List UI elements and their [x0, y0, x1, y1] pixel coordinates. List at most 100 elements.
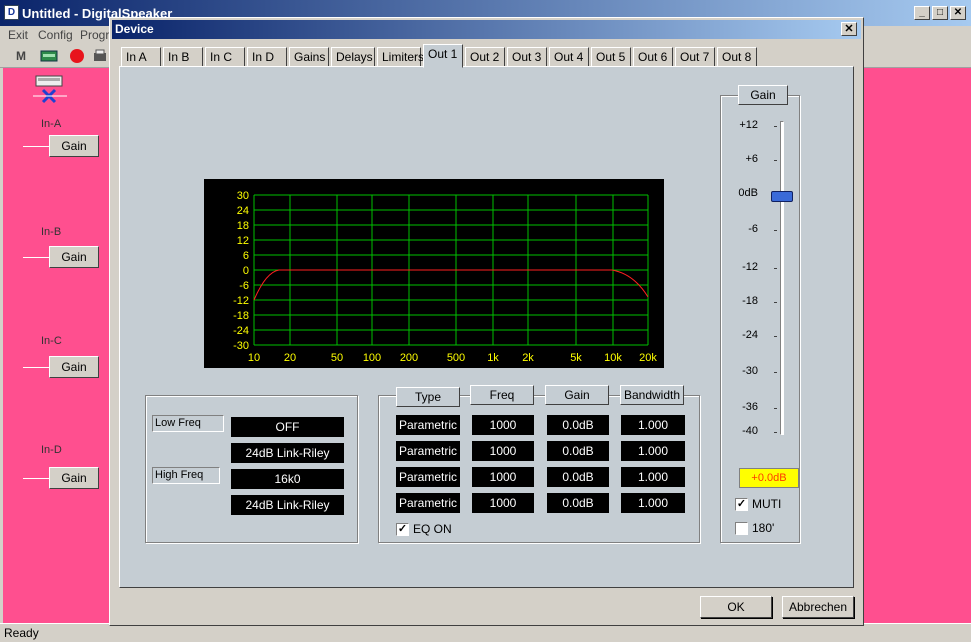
eq-gain-value[interactable]: 0.0dB — [547, 441, 609, 461]
app-icon: D — [4, 5, 19, 20]
input-a-label: In-A — [41, 118, 62, 130]
muti-label: MUTI — [752, 497, 782, 511]
toolbar-record-button[interactable] — [66, 46, 88, 66]
low-freq-label: Low Freq — [152, 415, 224, 432]
eq-bandwidth-header: Bandwidth — [620, 385, 684, 405]
gain-scale-label: -24 — [742, 329, 758, 341]
device-dialog: Device ✕ In A In B In C In D Gains Delays Limi… — [109, 17, 864, 626]
eq-type-value[interactable]: Parametric — [396, 415, 460, 435]
graph-x-label: 200 — [400, 352, 418, 364]
graph-x-label: 100 — [363, 352, 381, 364]
graph-y-label: -18 — [233, 310, 249, 322]
minimize-button[interactable]: _ — [914, 6, 930, 20]
gain-scale-label: -12 — [742, 261, 758, 273]
input-b-gain-block[interactable]: Gain — [49, 246, 99, 268]
gain-scale-label: -6 — [748, 223, 758, 235]
graph-y-label: 0 — [243, 265, 249, 277]
menu-exit[interactable]: Exit — [8, 28, 28, 42]
input-c-gain-block[interactable]: Gain — [49, 356, 99, 378]
eq-freq-header: Freq — [470, 385, 534, 405]
toolbar-print-button[interactable] — [92, 46, 108, 66]
input-d-label: In-D — [41, 444, 62, 456]
dialog-title: Device — [115, 22, 154, 36]
gain-scale-label: -30 — [742, 365, 758, 377]
eq-on-checkbox[interactable]: ✓ — [396, 523, 409, 536]
graph-x-label: 2k — [522, 352, 534, 364]
tab-limiters[interactable]: Limiters — [377, 47, 424, 67]
toolbar-device-button[interactable] — [38, 46, 60, 66]
main-close-button[interactable]: ✕ — [950, 6, 966, 20]
gain-slider-thumb[interactable] — [771, 190, 793, 202]
gain-scale-tick — [774, 230, 777, 231]
menu-config[interactable]: Config — [38, 28, 73, 42]
eq-type-value[interactable]: Parametric — [396, 467, 460, 487]
graph-x-label: 500 — [447, 352, 465, 364]
gain-slider-track[interactable] — [780, 121, 784, 435]
graph-y-label: 18 — [237, 220, 249, 232]
record-icon — [70, 49, 84, 63]
eq-freq-value[interactable]: 1000 — [472, 441, 534, 461]
tab-out-3[interactable]: Out 3 — [507, 47, 547, 67]
input-c-label: In-C — [41, 335, 62, 347]
eq-freq-value[interactable]: 1000 — [472, 467, 534, 487]
eq-bandwidth-value[interactable]: 1.000 — [621, 493, 685, 513]
tab-out-4[interactable]: Out 4 — [549, 47, 589, 67]
eq-bandwidth-value[interactable]: 1.000 — [621, 467, 685, 487]
tab-in-c[interactable]: In C — [205, 47, 245, 67]
eq-type-value[interactable]: Parametric — [396, 493, 460, 513]
frequency-response-graph: 30 24 18 12 6 0 -6 -12 -18 -24 -3010 20 50 100 200 500 1… — [204, 179, 664, 368]
dialog-close-button[interactable]: ✕ — [841, 22, 857, 36]
eq-type-header: Type — [396, 387, 460, 407]
low-freq-value[interactable]: OFF — [231, 417, 344, 437]
menu-program[interactable]: Progr — [80, 28, 109, 42]
tab-in-a[interactable]: In A — [121, 47, 161, 67]
tab-out-2[interactable]: Out 2 — [465, 47, 505, 67]
tab-delays[interactable]: Delays — [331, 47, 375, 67]
eq-gain-value[interactable]: 0.0dB — [547, 415, 609, 435]
cancel-button[interactable]: Abbrechen — [782, 596, 854, 618]
eq-gain-value[interactable]: 0.0dB — [547, 493, 609, 513]
out1-panel: 30 24 18 12 6 0 -6 -12 -18 -24 -30 10 20 50 100 200 500 1… — [119, 66, 854, 588]
speaker-device-icon — [33, 75, 67, 104]
gain-scale-tick — [774, 408, 777, 409]
tab-out-1[interactable]: Out 1 — [423, 44, 463, 68]
eq-freq-value[interactable]: 1000 — [472, 415, 534, 435]
input-a-gain-block[interactable]: Gain — [49, 135, 99, 157]
tab-out-7[interactable]: Out 7 — [675, 47, 715, 67]
phase-180-checkbox[interactable] — [735, 522, 748, 535]
status-text: Ready — [4, 626, 39, 640]
tab-gains[interactable]: Gains — [289, 47, 329, 67]
graph-y-label: 6 — [243, 250, 249, 262]
device-icon — [40, 50, 58, 62]
maximize-button[interactable]: □ — [932, 6, 948, 20]
eq-bandwidth-value[interactable]: 1.000 — [621, 441, 685, 461]
toolbar-m-button[interactable]: M — [10, 46, 32, 66]
gain-scale-label: -18 — [742, 295, 758, 307]
graph-x-label: 5k — [570, 352, 582, 364]
muti-checkbox[interactable]: ✓ — [735, 498, 748, 511]
gain-readout[interactable]: +0.0dB — [739, 468, 799, 488]
eq-freq-value[interactable]: 1000 — [472, 493, 534, 513]
ok-button[interactable]: OK — [700, 596, 772, 618]
phase-180-label: 180' — [752, 521, 775, 535]
tab-in-d[interactable]: In D — [247, 47, 287, 67]
tab-out-8[interactable]: Out 8 — [717, 47, 757, 67]
input-b-label: In-B — [41, 226, 62, 238]
eq-bandwidth-value[interactable]: 1.000 — [621, 415, 685, 435]
graph-x-label: 1k — [487, 352, 499, 364]
eq-gain-value[interactable]: 0.0dB — [547, 467, 609, 487]
tab-in-b[interactable]: In B — [163, 47, 203, 67]
dialog-titlebar: Device ✕ — [112, 20, 861, 39]
high-filter-type[interactable]: 24dB Link-Riley — [231, 495, 344, 515]
high-freq-value[interactable]: 16k0 — [231, 469, 344, 489]
graph-y-label: 24 — [237, 205, 249, 217]
graph-x-label: 20 — [284, 352, 296, 364]
input-d-gain-block[interactable]: Gain — [49, 467, 99, 489]
gain-scale-tick — [774, 302, 777, 303]
tab-out-5[interactable]: Out 5 — [591, 47, 631, 67]
low-filter-type[interactable]: 24dB Link-Riley — [231, 443, 344, 463]
eq-type-value[interactable]: Parametric — [396, 441, 460, 461]
gain-scale-label: +6 — [745, 153, 758, 165]
tab-out-6[interactable]: Out 6 — [633, 47, 673, 67]
gain-scale-tick — [774, 160, 777, 161]
